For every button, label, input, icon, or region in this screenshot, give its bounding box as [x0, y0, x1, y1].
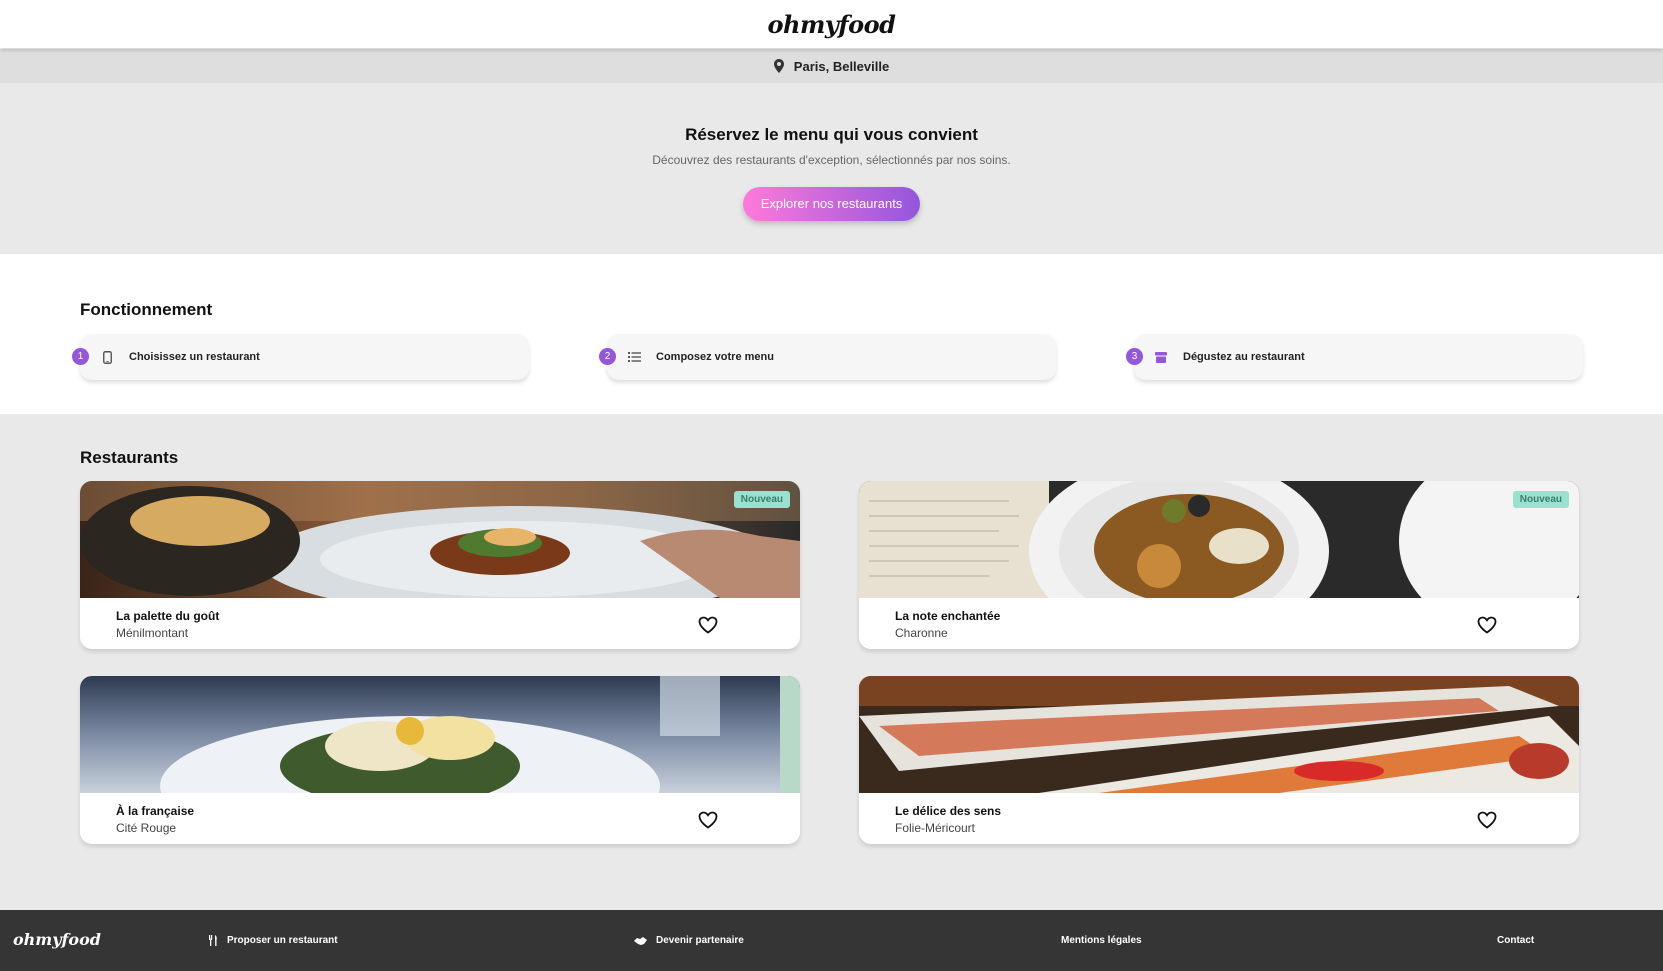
step-label: Composez votre menu — [656, 351, 774, 363]
new-badge: Nouveau — [733, 491, 790, 508]
contact-link[interactable]: Contact — [1497, 935, 1534, 946]
hero-subtitle: Découvrez des restaurants d'exception, s… — [652, 153, 1011, 167]
restaurant-grid: Nouveau La palette du goût Ménilmontant — [80, 481, 1583, 844]
contact-label: Contact — [1497, 935, 1535, 946]
map-pin-icon — [773, 59, 784, 73]
step-label: Dégustez au restaurant — [1183, 351, 1305, 363]
heart-icon[interactable] — [1477, 811, 1497, 829]
step-number: 2 — [599, 348, 616, 365]
card-info: Le délice des sens Folie-Méricourt — [859, 793, 1579, 844]
new-badge: Nouveau — [1512, 491, 1569, 508]
utensils-icon — [209, 935, 217, 946]
card-info: À la française Cité Rouge — [80, 793, 800, 844]
propose-restaurant-link[interactable]: Proposer un restaurant — [209, 935, 338, 946]
hero-section: Réservez le menu qui vous convient Décou… — [0, 83, 1663, 254]
heart-icon[interactable] — [698, 811, 718, 829]
store-icon — [1154, 350, 1168, 364]
legal-mentions-link[interactable]: Mentions légales — [1061, 935, 1142, 946]
card-info: La palette du goût Ménilmontant — [80, 598, 800, 649]
restaurant-card[interactable]: À la française Cité Rouge — [80, 676, 800, 844]
logo[interactable]: ohmyfood — [768, 10, 896, 39]
explore-restaurants-button[interactable]: Explorer nos restaurants — [742, 187, 921, 221]
location-text: Paris, Belleville — [793, 58, 890, 74]
mobile-phone-icon — [100, 350, 114, 364]
step-label: Choisissez un restaurant — [129, 351, 260, 363]
location-bar: Paris, Belleville — [0, 49, 1663, 83]
restaurant-photo: Nouveau — [80, 481, 800, 598]
how-it-works-section: Fonctionnement 1 Choisissez un restauran… — [0, 254, 1663, 414]
restaurant-card[interactable]: Nouveau La note enchantée Charonne — [859, 481, 1579, 649]
hero-title: Réservez le menu qui vous convient — [685, 125, 978, 144]
restaurant-photo: Nouveau — [859, 481, 1579, 598]
step-number: 1 — [72, 348, 89, 365]
how-it-works-title: Fonctionnement — [80, 300, 213, 319]
become-partner-label: Devenir partenaire — [656, 935, 744, 946]
step-number: 3 — [1126, 348, 1143, 365]
card-info: La note enchantée Charonne — [859, 598, 1579, 649]
step-card: 1 Choisissez un restaurant — [72, 334, 529, 380]
restaurant-card[interactable]: Nouveau La palette du goût Ménilmontant — [80, 481, 800, 649]
restaurants-section: Restaurants Nouveau La palette du goût M… — [0, 414, 1663, 911]
site-header: ohmyfood — [0, 0, 1663, 48]
step-card: 2 Composez votre menu — [599, 334, 1056, 380]
restaurants-title: Restaurants — [80, 448, 179, 467]
legal-mentions-label: Mentions légales — [1061, 935, 1142, 946]
restaurant-card[interactable]: Le délice des sens Folie-Méricourt — [859, 676, 1579, 844]
footer-logo[interactable]: ohmyfood — [13, 930, 101, 949]
propose-restaurant-label: Proposer un restaurant — [227, 935, 338, 946]
restaurant-photo — [859, 676, 1579, 793]
become-partner-link[interactable]: Devenir partenaire — [634, 935, 744, 946]
restaurant-photo — [80, 676, 800, 793]
list-icon — [627, 350, 641, 364]
heart-icon[interactable] — [698, 616, 718, 634]
steps-list: 1 Choisissez un restaurant 2 Composez vo… — [72, 334, 1583, 380]
site-footer: ohmyfood Proposer un restaurant Devenir … — [0, 910, 1663, 971]
step-card: 3 Dégustez au restaurant — [1126, 334, 1583, 380]
heart-icon[interactable] — [1477, 616, 1497, 634]
handshake-icon — [634, 936, 647, 945]
